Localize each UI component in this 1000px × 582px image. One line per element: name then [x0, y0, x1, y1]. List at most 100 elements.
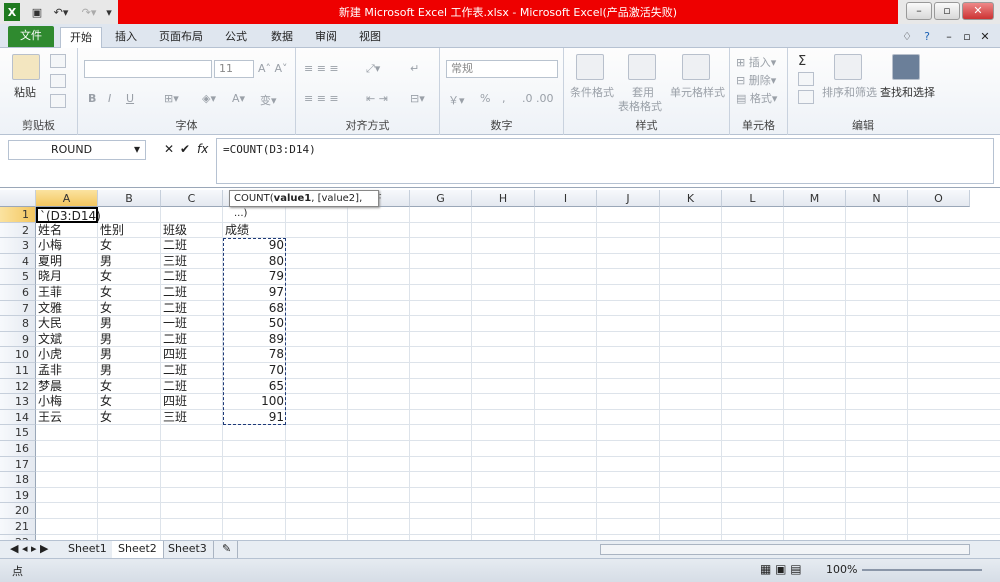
- doc-minimize-button[interactable]: –: [940, 27, 958, 48]
- currency-icon[interactable]: ￥▾: [448, 92, 465, 108]
- table-cell[interactable]: 二班: [161, 363, 223, 379]
- indent-icon[interactable]: ⇤ ⇥: [366, 92, 388, 105]
- table-cell[interactable]: 王云: [36, 410, 98, 426]
- format-cells-button[interactable]: ▤ 格式▾: [736, 90, 777, 106]
- row-header-18[interactable]: 18: [0, 472, 36, 488]
- phonetic-icon[interactable]: 变▾: [260, 92, 277, 108]
- header-cell[interactable]: 班级: [161, 223, 223, 239]
- row-header-21[interactable]: 21: [0, 519, 36, 535]
- row-header-17[interactable]: 17: [0, 456, 36, 473]
- percent-button[interactable]: %: [480, 92, 490, 105]
- number-format-combo[interactable]: 常规: [446, 60, 558, 78]
- tab-home[interactable]: 开始: [60, 27, 102, 48]
- find-select-button[interactable]: 查找和选择: [880, 84, 935, 100]
- enter-icon[interactable]: ✔: [180, 142, 190, 156]
- table-cell[interactable]: 王菲: [36, 285, 98, 301]
- table-cell[interactable]: 二班: [161, 301, 223, 317]
- doc-close-button[interactable]: ✕: [976, 27, 994, 48]
- copy-icon[interactable]: [50, 74, 66, 88]
- paste-button[interactable]: 粘贴: [14, 84, 36, 100]
- table-cell[interactable]: 四班: [161, 347, 223, 363]
- cut-icon[interactable]: [50, 54, 66, 68]
- font-size-combo[interactable]: 11: [214, 60, 254, 78]
- customize-qat-icon[interactable]: ▾: [104, 3, 114, 21]
- worksheet-grid[interactable]: ABCDEFGHIJKLMNO 123456789101112131415161…: [0, 190, 1000, 551]
- row-header-16[interactable]: 16: [0, 441, 36, 457]
- insert-function-icon[interactable]: fx: [197, 142, 208, 156]
- row-header-9[interactable]: 9: [0, 331, 36, 348]
- table-cell[interactable]: 女: [98, 379, 161, 395]
- table-cell[interactable]: 孟非: [36, 363, 98, 379]
- table-cell[interactable]: 三班: [161, 410, 223, 426]
- redo-icon[interactable]: ↷▾: [78, 3, 100, 21]
- table-cell[interactable]: 夏明: [36, 254, 98, 270]
- maximize-button[interactable]: ▫: [934, 2, 960, 20]
- header-cell[interactable]: 性别: [98, 223, 161, 239]
- delete-cells-button[interactable]: ⊟ 删除▾: [736, 72, 776, 88]
- fill-color-icon[interactable]: ◈▾: [202, 92, 216, 105]
- column-header-J[interactable]: J: [597, 190, 660, 207]
- table-cell[interactable]: 女: [98, 301, 161, 317]
- column-header-K[interactable]: K: [660, 190, 722, 207]
- tab-data[interactable]: 数据: [262, 27, 302, 48]
- row-header-11[interactable]: 11: [0, 363, 36, 379]
- format-painter-icon[interactable]: [50, 94, 66, 108]
- fill-icon[interactable]: [798, 72, 814, 86]
- table-cell[interactable]: 文雅: [36, 301, 98, 317]
- row-header-19[interactable]: 19: [0, 487, 36, 504]
- select-all-corner[interactable]: [0, 190, 36, 207]
- sheet-tab-2[interactable]: Sheet2: [112, 541, 164, 558]
- table-cell[interactable]: 男: [98, 347, 161, 363]
- font-name-combo[interactable]: [84, 60, 212, 78]
- table-cell[interactable]: 女: [98, 269, 161, 285]
- table-cell[interactable]: 三班: [161, 254, 223, 270]
- column-header-M[interactable]: M: [784, 190, 846, 207]
- row-header-6[interactable]: 6: [0, 285, 36, 301]
- binoculars-icon[interactable]: [892, 54, 920, 80]
- undo-icon[interactable]: ↶▾: [50, 3, 72, 21]
- table-cell[interactable]: 女: [98, 394, 161, 410]
- row-header-5[interactable]: 5: [0, 269, 36, 285]
- table-cell[interactable]: 女: [98, 410, 161, 426]
- zoom-level[interactable]: 100%: [826, 563, 857, 576]
- clear-icon[interactable]: [798, 90, 814, 104]
- row-header-10[interactable]: 10: [0, 347, 36, 363]
- table-cell[interactable]: 大民: [36, 316, 98, 332]
- zoom-slider[interactable]: [862, 569, 982, 571]
- font-color-icon[interactable]: A▾: [232, 92, 245, 105]
- column-header-N[interactable]: N: [846, 190, 908, 207]
- table-cell[interactable]: 二班: [161, 332, 223, 348]
- column-header-C[interactable]: C: [161, 190, 223, 207]
- table-cell[interactable]: 女: [98, 238, 161, 254]
- formula-input[interactable]: =COUNT(D3:D14): [216, 138, 994, 184]
- sort-filter-icon[interactable]: [834, 54, 862, 80]
- column-header-I[interactable]: I: [535, 190, 597, 207]
- row-header-12[interactable]: 12: [0, 378, 36, 395]
- table-cell[interactable]: 小虎: [36, 347, 98, 363]
- sort-filter-button[interactable]: 排序和筛选: [822, 84, 877, 100]
- paste-icon[interactable]: [12, 54, 40, 80]
- format-as-table-icon[interactable]: [628, 54, 656, 80]
- row-header-1[interactable]: 1: [0, 207, 36, 223]
- table-cell[interactable]: 梦晨: [36, 379, 98, 395]
- table-cell[interactable]: 一班: [161, 316, 223, 332]
- row-header-2[interactable]: 2: [0, 222, 36, 239]
- tab-file[interactable]: 文件: [8, 26, 54, 47]
- row-header-8[interactable]: 8: [0, 316, 36, 332]
- orientation-icon[interactable]: ⤢▾: [366, 62, 380, 76]
- table-cell[interactable]: 男: [98, 332, 161, 348]
- cancel-icon[interactable]: ✕: [164, 142, 174, 156]
- table-cell[interactable]: 晓月: [36, 269, 98, 285]
- row-header-15[interactable]: 15: [0, 425, 36, 441]
- align-top-icon[interactable]: ≡ ≡ ≡: [304, 62, 339, 75]
- table-cell[interactable]: 男: [98, 363, 161, 379]
- table-cell[interactable]: 文斌: [36, 332, 98, 348]
- table-cell[interactable]: 小梅: [36, 238, 98, 254]
- table-cell[interactable]: 四班: [161, 394, 223, 410]
- decimal-icon[interactable]: .0 .00: [522, 92, 554, 105]
- row-header-20[interactable]: 20: [0, 503, 36, 519]
- sheet-tab-1[interactable]: Sheet1: [62, 541, 114, 558]
- help-icon[interactable]: ?: [918, 27, 936, 48]
- table-cell[interactable]: 二班: [161, 379, 223, 395]
- tab-insert[interactable]: 插入: [106, 27, 146, 48]
